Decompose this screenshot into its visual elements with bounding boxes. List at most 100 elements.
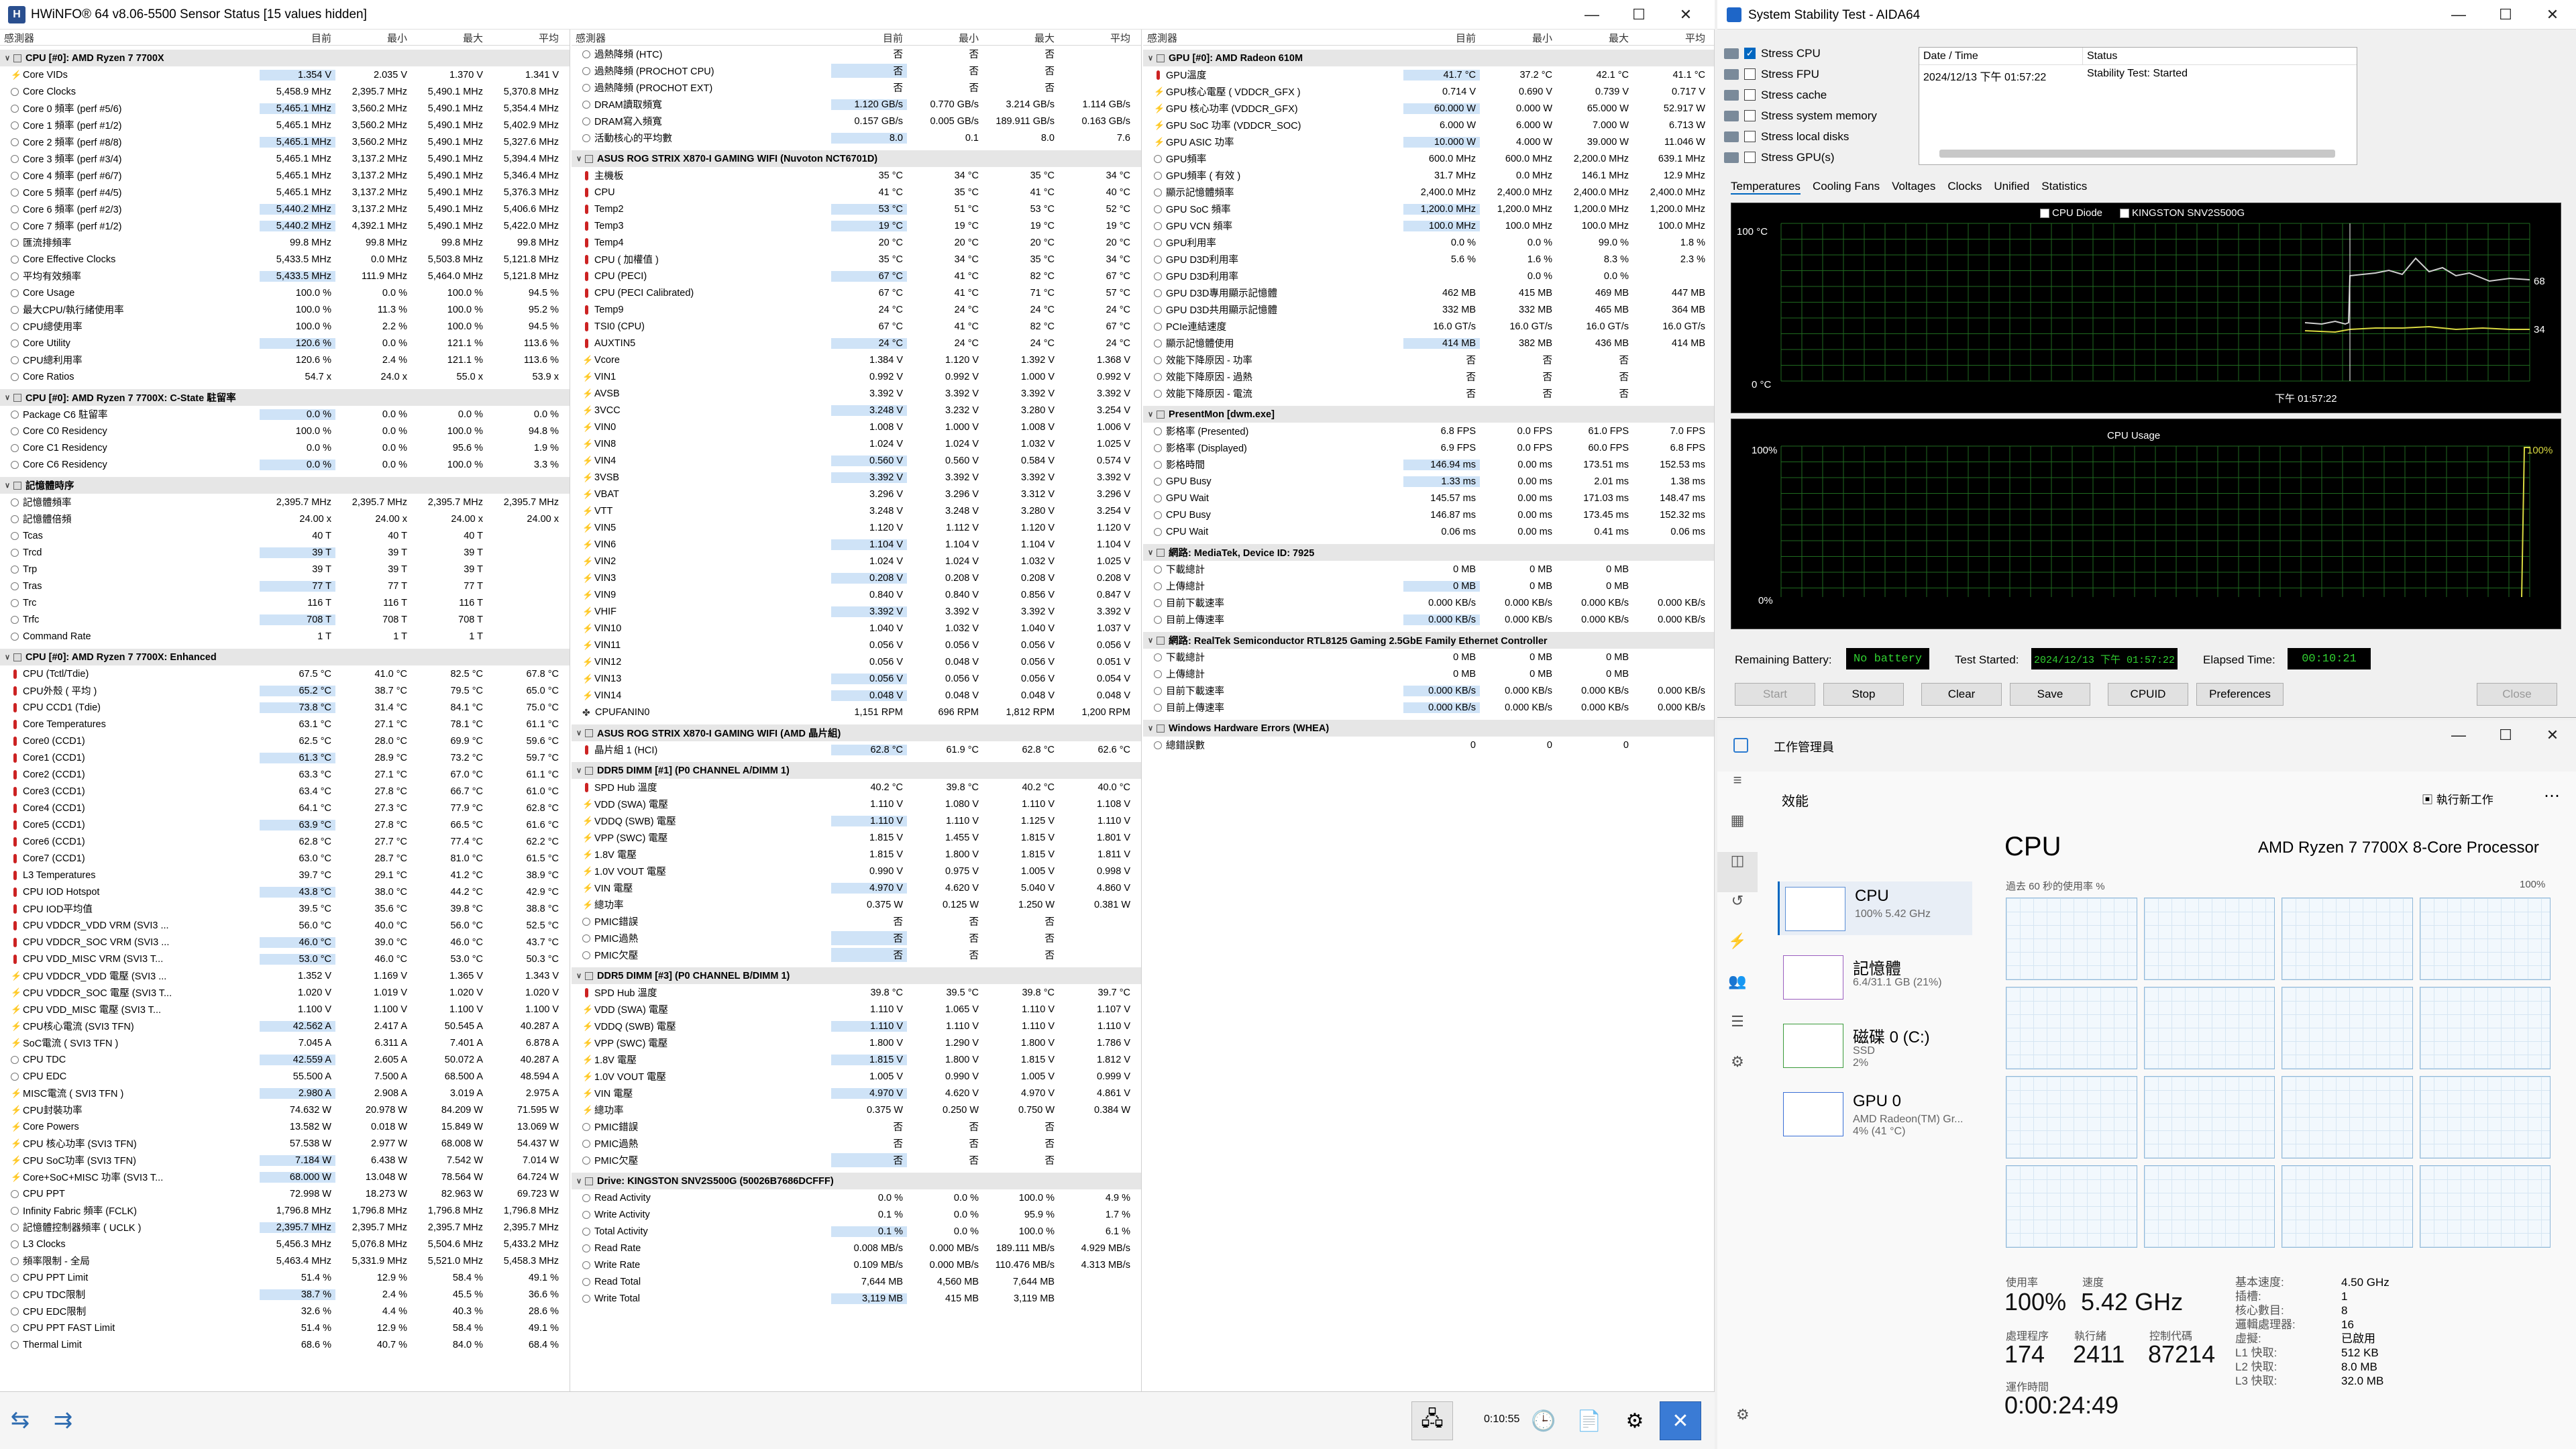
sensor-row[interactable]: CPU VDD_MISC VRM (SVI3 T... 53.0 °C 46.0 °… bbox=[0, 951, 570, 967]
checkbox[interactable]: ✓ bbox=[1744, 48, 1756, 59]
sensor-row[interactable]: Core Clocks 5,458.9 MHz 2,395.7 MHz 5,490.1… bbox=[0, 83, 570, 100]
sensor-row[interactable]: 效能下降原因 - 過熱 否 否 否 bbox=[1143, 368, 1714, 385]
sensor-row[interactable]: SPD Hub 溫度 40.2 °C 39.8 °C 40.2 °C 40.0 °C bbox=[572, 779, 1141, 796]
sensor-row[interactable]: Core2 (CCD1) 63.3 °C 27.1 °C 67.0 °C 61.1 °C bbox=[0, 766, 570, 783]
sensor-row[interactable]: 最大CPU/執行緒使用率 100.0 % 11.3 % 100.0 % 95.2 % bbox=[0, 301, 570, 318]
nav-prev-icon[interactable]: ⇆ bbox=[5, 1407, 35, 1434]
sensor-row[interactable]: ⚡ MISC電流 ( SVI3 TFN ) 2.980 A 2.908 A 3.019 … bbox=[0, 1085, 570, 1102]
sensor-row[interactable]: CPU Busy 146.87 ms 0.00 ms 173.45 ms 152.32 … bbox=[1143, 506, 1714, 523]
sensor-row[interactable]: Read Activity 0.0 % 0.0 % 100.0 % 4.9 % bbox=[572, 1189, 1141, 1206]
minimize-icon[interactable]: — bbox=[2435, 720, 2482, 750]
sensor-row[interactable]: PMIC欠壓 否 否 否 bbox=[572, 947, 1141, 963]
sensor-group[interactable]: ∨ ASUS ROG STRIX X870-I GAMING WIFI (Nuvo… bbox=[572, 150, 1141, 167]
sensor-group[interactable]: ∨ 網路: RealTek Semiconductor RTL8125 Gamin… bbox=[1143, 632, 1714, 649]
sensor-row[interactable]: GPU D3D專用顯示記憶體 462 MB 415 MB 469 MB 447 MB bbox=[1143, 284, 1714, 301]
sensor-row[interactable]: ⚡ VIN 電壓 4.970 V 4.620 V 5.040 V 4.860 V bbox=[572, 879, 1141, 896]
sensor-row[interactable]: ⚡ VIN6 1.104 V 1.104 V 1.104 V 1.104 V bbox=[572, 536, 1141, 553]
column-header-4[interactable]: 平均 bbox=[1059, 30, 1134, 45]
sensor-row[interactable]: CPU 41 °C 35 °C 41 °C 40 °C bbox=[572, 184, 1141, 201]
sensor-row[interactable]: Infinity Fabric 頻率 (FCLK) 1,796.8 MHz 1,79… bbox=[0, 1202, 570, 1219]
sensor-row[interactable]: 影格率 (Presented) 6.8 FPS 0.0 FPS 61.0 FPS 7.0… bbox=[1143, 423, 1714, 439]
sensor-row[interactable]: ⚡ 1.0V VOUT 電壓 1.005 V 0.990 V 1.005 V 0.999 … bbox=[572, 1068, 1141, 1085]
sensor-row[interactable]: CPU PPT FAST Limit 51.4 % 12.9 % 58.4 % 49.1… bbox=[0, 1320, 570, 1336]
startup-icon[interactable]: ⚡ bbox=[1717, 932, 1758, 973]
sensor-row[interactable]: ⚡ Core+SoC+MISC 功率 (SVI3 T... 68.000 W 13.0… bbox=[0, 1169, 570, 1185]
sensor-row[interactable]: DRAM讀取頻寬 1.120 GB/s 0.770 GB/s 3.214 GB/s 1.… bbox=[572, 96, 1141, 113]
sensor-row[interactable]: CPU PPT Limit 51.4 % 12.9 % 58.4 % 49.1 % bbox=[0, 1269, 570, 1286]
sensor-row[interactable]: ⚡ 1.8V 電壓 1.815 V 1.800 V 1.815 V 1.811 V bbox=[572, 846, 1141, 863]
sensor-row[interactable]: Core Usage 100.0 % 0.0 % 100.0 % 94.5 % bbox=[0, 284, 570, 301]
sensor-row[interactable]: ⚡ VBAT 3.296 V 3.296 V 3.312 V 3.296 V bbox=[572, 486, 1141, 502]
close-sensors-icon[interactable]: ✕ bbox=[1660, 1401, 1701, 1440]
sensor-row[interactable]: ⚡ VIN12 0.056 V 0.048 V 0.056 V 0.051 V bbox=[572, 653, 1141, 670]
sensor-row[interactable]: Write Rate 0.109 MB/s 0.000 MB/s 110.476 MB… bbox=[572, 1256, 1141, 1273]
column-header-3[interactable]: 最大 bbox=[983, 30, 1059, 45]
sensor-row[interactable]: CPU外殼 ( 平均 ) 65.2 °C 38.7 °C 79.5 °C 65.0 °C bbox=[0, 682, 570, 699]
sensor-row[interactable]: AUXTIN5 24 °C 24 °C 24 °C 24 °C bbox=[572, 335, 1141, 352]
collapse-icon[interactable]: ∨ bbox=[3, 393, 12, 402]
sensor-row[interactable]: PCIe連結速度 16.0 GT/s 16.0 GT/s 16.0 GT/s 16.0 … bbox=[1143, 318, 1714, 335]
sensor-row[interactable]: Write Total 3,119 MB 415 MB 3,119 MB bbox=[572, 1290, 1141, 1307]
collapse-icon[interactable]: ∨ bbox=[574, 154, 584, 163]
sensor-row[interactable]: Tras 77 T 77 T 77 T bbox=[0, 578, 570, 594]
sensor-group[interactable]: ∨ Drive: KINGSTON SNV2S500G (50026B7686DC… bbox=[572, 1173, 1141, 1189]
sensor-row[interactable]: GPU Busy 1.33 ms 0.00 ms 2.01 ms 1.38 ms bbox=[1143, 473, 1714, 490]
column-header-2[interactable]: 最小 bbox=[907, 30, 983, 45]
sensor-row[interactable]: ⚡ VDDQ (SWB) 電壓 1.110 V 1.110 V 1.110 V 1.110… bbox=[572, 1018, 1141, 1034]
sensor-row[interactable]: Trfc 708 T 708 T 708 T bbox=[0, 611, 570, 628]
sensor-row[interactable]: Core7 (CCD1) 63.0 °C 28.7 °C 81.0 °C 61.5 °C bbox=[0, 850, 570, 867]
sensor-row[interactable]: GPU頻率 ( 有效 ) 31.7 MHz 0.0 MHz 146.1 MHz 12.9… bbox=[1143, 167, 1714, 184]
users-icon[interactable]: 👥 bbox=[1717, 973, 1758, 1013]
sensor-row[interactable]: ⚡ VPP (SWC) 電壓 1.815 V 1.455 V 1.815 V 1.801 … bbox=[572, 829, 1141, 846]
sensor-row[interactable]: 平均有效頻率 5,433.5 MHz 111.9 MHz 5,464.0 MHz 5,1… bbox=[0, 268, 570, 284]
sensor-row[interactable]: GPU Wait 145.57 ms 0.00 ms 171.03 ms 148.47 … bbox=[1143, 490, 1714, 506]
sensor-row[interactable]: ⚡ GPU ASIC 功率 10.000 W 4.000 W 39.000 W 11.04… bbox=[1143, 133, 1714, 150]
sensor-row[interactable]: 影格率 (Displayed) 6.9 FPS 0.0 FPS 60.0 FPS 6.8… bbox=[1143, 439, 1714, 456]
close-icon[interactable]: ✕ bbox=[1662, 0, 1709, 30]
collapse-icon[interactable]: ∨ bbox=[3, 54, 12, 62]
sensor-row[interactable]: Temp3 19 °C 19 °C 19 °C 19 °C bbox=[572, 217, 1141, 234]
sensor-row[interactable]: ⚡ GPU核心電壓 ( VDDCR_GFX ) 0.714 V 0.690 V 0.73… bbox=[1143, 83, 1714, 100]
sensor-row[interactable]: CPU總利用率 120.6 % 2.4 % 121.1 % 113.6 % bbox=[0, 352, 570, 368]
sensor-row[interactable]: DRAM寫入頻寬 0.157 GB/s 0.005 GB/s 189.911 GB/s… bbox=[572, 113, 1141, 129]
sensor-row[interactable]: ⚡ Core Powers 13.582 W 0.018 W 15.849 W 13.06… bbox=[0, 1118, 570, 1135]
app-history-icon[interactable]: ↺ bbox=[1717, 892, 1758, 932]
sensor-row[interactable]: GPU D3D利用率 5.6 % 1.6 % 8.3 % 2.3 % bbox=[1143, 251, 1714, 268]
sensor-row[interactable]: Read Rate 0.008 MB/s 0.000 MB/s 189.111 MB/… bbox=[572, 1240, 1141, 1256]
sensor-row[interactable]: SPD Hub 溫度 39.8 °C 39.5 °C 39.8 °C 39.7 °C bbox=[572, 984, 1141, 1001]
sensor-row[interactable]: ⚡ VIN13 0.056 V 0.056 V 0.056 V 0.054 V bbox=[572, 670, 1141, 687]
sensor-row[interactable]: 晶片組 1 (HCI) 62.8 °C 61.9 °C 62.8 °C 62.6 °C bbox=[572, 741, 1141, 758]
sensor-row[interactable]: CPU總使用率 100.0 % 2.2 % 100.0 % 94.5 % bbox=[0, 318, 570, 335]
sensor-row[interactable]: ⚡ VDDQ (SWB) 電壓 1.110 V 1.110 V 1.125 V 1.110… bbox=[572, 812, 1141, 829]
sensor-row[interactable]: PMIC錯誤 否 否 否 bbox=[572, 1118, 1141, 1135]
sensor-row[interactable]: Core 0 頻率 (perf #5/6) 5,465.1 MHz 3,560.2 … bbox=[0, 100, 570, 117]
sensor-row[interactable]: ⚡ CPU VDDCR_VDD 電壓 (SVI3 ... 1.352 V 1.169 … bbox=[0, 967, 570, 984]
sensor-row[interactable]: ⚡ VIN9 0.840 V 0.840 V 0.856 V 0.847 V bbox=[572, 586, 1141, 603]
sensor-row[interactable]: 目前下載速率 0.000 KB/s 0.000 KB/s 0.000 KB/s 0.00… bbox=[1143, 594, 1714, 611]
maximize-icon[interactable]: ☐ bbox=[2482, 720, 2529, 750]
sensor-row[interactable]: Core 3 頻率 (perf #3/4) 5,465.1 MHz 3,137.2 … bbox=[0, 150, 570, 167]
sensor-row[interactable]: Core Utility 120.6 % 0.0 % 121.1 % 113.6 % bbox=[0, 335, 570, 352]
sensor-row[interactable]: 目前上傳速率 0.000 KB/s 0.000 KB/s 0.000 KB/s 0.00… bbox=[1143, 611, 1714, 628]
sensor-row[interactable]: Temp4 20 °C 20 °C 20 °C 20 °C bbox=[572, 234, 1141, 251]
sensor-row[interactable]: Core C1 Residency 0.0 % 0.0 % 95.6 % 1.9 % bbox=[0, 439, 570, 456]
sensor-row[interactable]: Trcd 39 T 39 T 39 T bbox=[0, 544, 570, 561]
tab-5[interactable]: Statistics bbox=[2041, 180, 2087, 195]
sensor-row[interactable]: Package C6 駐留率 0.0 % 0.0 % 0.0 % 0.0 % bbox=[0, 406, 570, 423]
sensor-row[interactable]: ⚡ CPU VDDCR_SOC 電壓 (SVI3 T... 1.020 V 1.019… bbox=[0, 984, 570, 1001]
more-options-icon[interactable]: ⋯ bbox=[2544, 786, 2560, 806]
sensor-row[interactable]: ⚡ VIN0 1.008 V 1.000 V 1.008 V 1.006 V bbox=[572, 419, 1141, 435]
sensor-row[interactable]: Write Activity 0.1 % 0.0 % 95.9 % 1.7 % bbox=[572, 1206, 1141, 1223]
column-header-1[interactable]: 目前 bbox=[260, 30, 335, 45]
sensor-row[interactable]: 主機板 35 °C 34 °C 35 °C 34 °C bbox=[572, 167, 1141, 184]
column-header-4[interactable]: 平均 bbox=[487, 30, 563, 45]
sensor-row[interactable]: 過熱降頻 (PROCHOT EXT) 否 否 否 bbox=[572, 79, 1141, 96]
sensor-row[interactable]: Core1 (CCD1) 61.3 °C 28.9 °C 73.2 °C 59.7 °C bbox=[0, 749, 570, 766]
sensor-group[interactable]: ∨ ASUS ROG STRIX X870-I GAMING WIFI (AMD … bbox=[572, 724, 1141, 741]
sensor-row[interactable]: CPU Wait 0.06 ms 0.00 ms 0.41 ms 0.06 ms bbox=[1143, 523, 1714, 540]
stress-option-2[interactable]: Stress cache bbox=[1717, 85, 1905, 105]
column-header[interactable]: 感測器 目前 最小 最大 平均 bbox=[572, 30, 1141, 46]
sensor-row[interactable]: 過熱降頻 (PROCHOT CPU) 否 否 否 bbox=[572, 62, 1141, 79]
sensor-row[interactable]: 目前下載速率 0.000 KB/s 0.000 KB/s 0.000 KB/s 0.00… bbox=[1143, 682, 1714, 699]
legend-kingston[interactable]: KINGSTON SNV2S500G bbox=[2120, 207, 2245, 219]
